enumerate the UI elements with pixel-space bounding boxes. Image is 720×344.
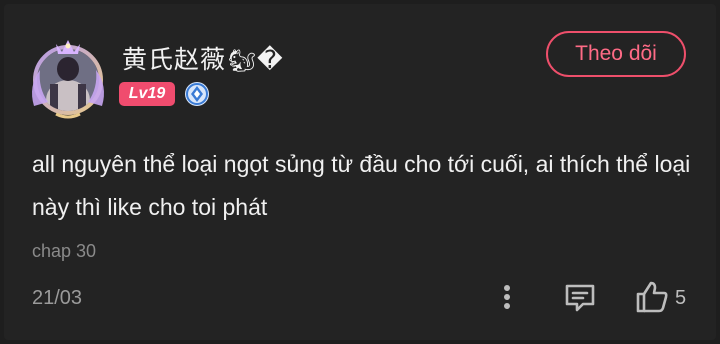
squirrel-emoji-icon: 🐿 [228, 49, 257, 74]
thumbs-up-icon[interactable] [634, 280, 670, 314]
unknown-glyph: � [256, 45, 284, 74]
user-badges: Lv19 [119, 81, 211, 107]
verified-shield-icon [185, 82, 209, 106]
username-text: 黄氏赵薇 [122, 45, 227, 74]
like-count: 5 [675, 287, 687, 309]
reply-comment-icon[interactable] [563, 282, 597, 314]
user-avatar[interactable] [26, 36, 110, 120]
level-badge: Lv19 [119, 82, 175, 106]
comment-text: all nguyên thể loại ngọt sủng từ đầu cho… [32, 151, 691, 220]
comment-date: 21/03 [32, 287, 83, 309]
username[interactable]: 黄氏赵薇🐿� [122, 40, 284, 76]
chapter-label[interactable]: chap 30 [32, 241, 96, 262]
follow-button[interactable]: Theo dõi [546, 31, 686, 77]
more-vertical-icon[interactable] [495, 282, 519, 312]
